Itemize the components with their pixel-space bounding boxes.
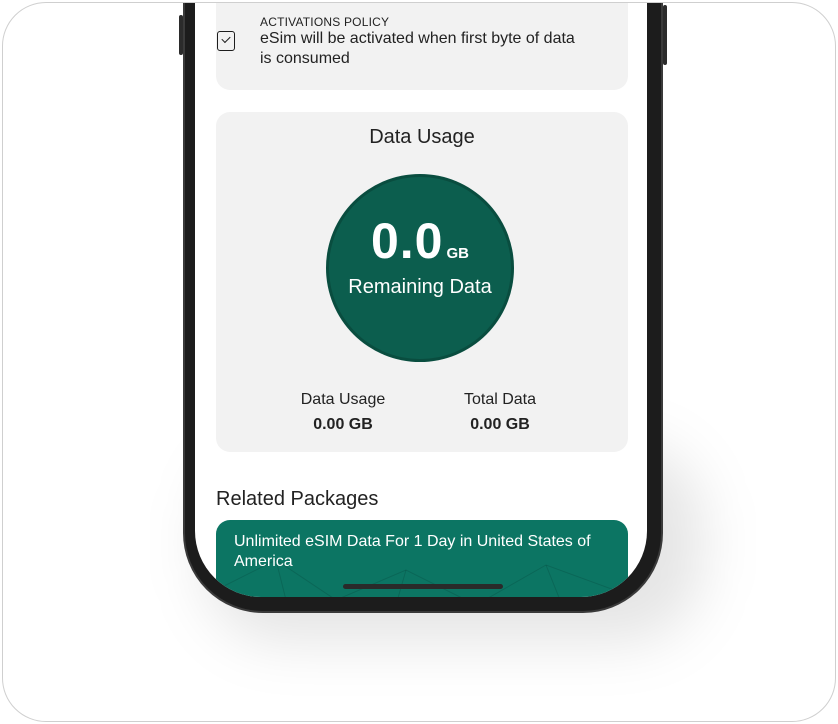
device-mockup-frame: ACTIVATIONS POLICY eSim will be activate…: [2, 2, 836, 722]
remaining-data-value: 0.0: [370, 213, 444, 269]
package-title: Unlimited eSIM Data For 1 Day in United …: [234, 533, 591, 570]
remaining-data-label: Remaining Data: [348, 276, 492, 298]
activation-policy-title: ACTIVATIONS POLICY: [260, 15, 390, 29]
phone-side-button-left: [179, 15, 183, 55]
phone-side-button-right: [663, 5, 667, 65]
total-data-stat-value: 0.00 GB: [470, 416, 530, 433]
remaining-data-unit: GB: [446, 245, 470, 262]
data-usage-heading: Data Usage: [369, 126, 475, 148]
data-usage-stat-label: Data Usage: [300, 391, 386, 408]
related-packages-heading: Related Packages: [216, 488, 379, 510]
checkbox-icon: [217, 31, 235, 51]
data-usage-card: Data Usage 0.0 GB Remaining Data Data Usa…: [216, 112, 628, 452]
activation-policy-text: eSim will be activated when first byte o…: [260, 30, 575, 67]
home-indicator[interactable]: [343, 584, 503, 589]
data-usage-stat-value: 0.00 GB: [313, 416, 373, 433]
remaining-data-amount: 0.0 GB: [326, 212, 514, 270]
remaining-data-circle: 0.0 GB Remaining Data: [326, 174, 514, 362]
data-usage-stat: Data Usage 0.00 GB: [273, 390, 413, 434]
total-data-stat: Total Data 0.00 GB: [430, 390, 570, 434]
phone-screen: ACTIVATIONS POLICY eSim will be activate…: [195, 3, 647, 597]
phone-body: ACTIVATIONS POLICY eSim will be activate…: [179, 3, 667, 613]
total-data-stat-label: Total Data: [463, 391, 537, 408]
